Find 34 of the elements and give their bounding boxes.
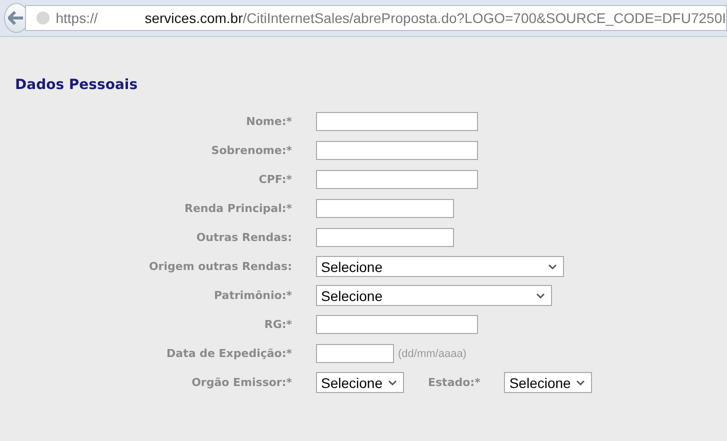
text-field[interactable]	[316, 141, 478, 160]
chevron-icon	[536, 292, 545, 298]
field-label: Outras Rendas:	[195, 231, 293, 244]
dropdown[interactable]: Selecione	[316, 372, 404, 393]
text-field[interactable]	[316, 170, 478, 189]
text-field[interactable]	[316, 228, 454, 247]
address-bar[interactable]: https:// services.com.br/CitiInternetSales/abreProposta.do?LOGO=700&SOURCE_CODE=DFU7250I	[24, 5, 727, 31]
dropdown[interactable]: Selecione	[504, 372, 592, 393]
field-label: Patrimônio:*	[213, 289, 293, 302]
globe-icon	[36, 11, 50, 25]
date-format-hint: (dd/mm/aaaa)	[398, 348, 466, 360]
chevron-icon	[388, 380, 397, 386]
field-label: Data de Expedição:*	[166, 347, 293, 360]
date-field[interactable]	[316, 344, 394, 363]
url-host: services.com.br	[144, 10, 243, 26]
field-label: Estado:*	[428, 376, 480, 389]
text-field[interactable]	[316, 199, 454, 218]
url-scheme: https://	[56, 10, 99, 26]
section-title: Dados Pessoais	[15, 77, 139, 93]
back-arrow-icon	[8, 11, 24, 25]
field-label: Origem outras Rendas:	[148, 260, 293, 273]
field-label: RG:*	[263, 318, 293, 331]
field-label: Nome:*	[245, 115, 293, 128]
field-label: Orgão Emissor:*	[190, 376, 293, 389]
chevron-icon	[576, 380, 586, 386]
dropdown[interactable]: Selecione	[316, 256, 564, 277]
field-label: CPF:*	[258, 173, 293, 186]
field-label: Sobrenome:*	[210, 144, 293, 157]
text-field[interactable]	[316, 112, 478, 131]
dropdown[interactable]: Selecione	[316, 285, 552, 306]
text-field[interactable]	[316, 315, 478, 334]
field-label: Renda Principal:*	[184, 202, 293, 215]
chevron-icon	[548, 264, 557, 270]
url-path: /CitiInternetSales/abreProposta.do?LOGO=700&SOURCE_CODE=DFU7250I	[242, 10, 726, 26]
